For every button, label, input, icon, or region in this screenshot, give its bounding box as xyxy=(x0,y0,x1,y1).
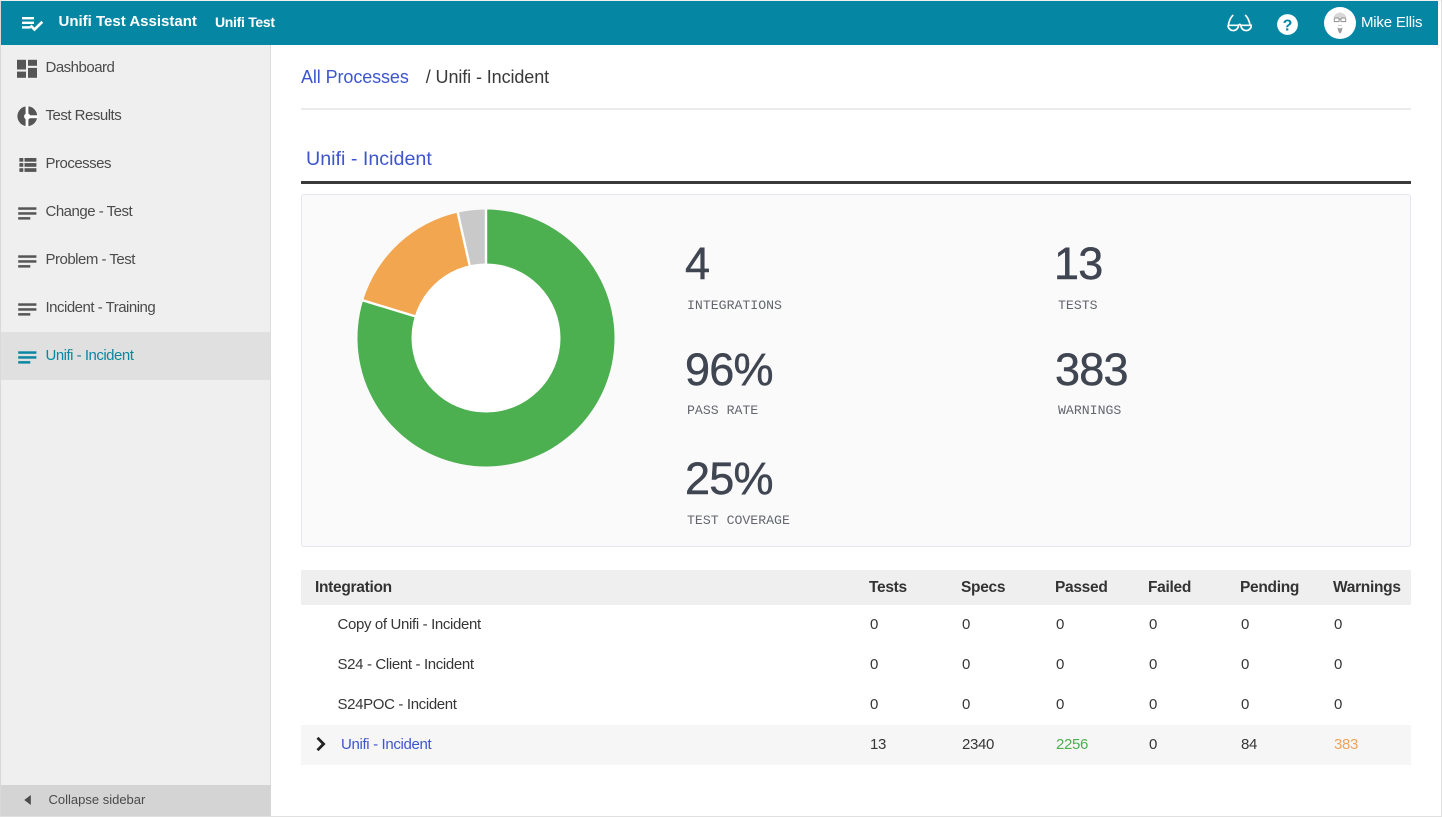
svg-text:?: ? xyxy=(1283,17,1293,34)
